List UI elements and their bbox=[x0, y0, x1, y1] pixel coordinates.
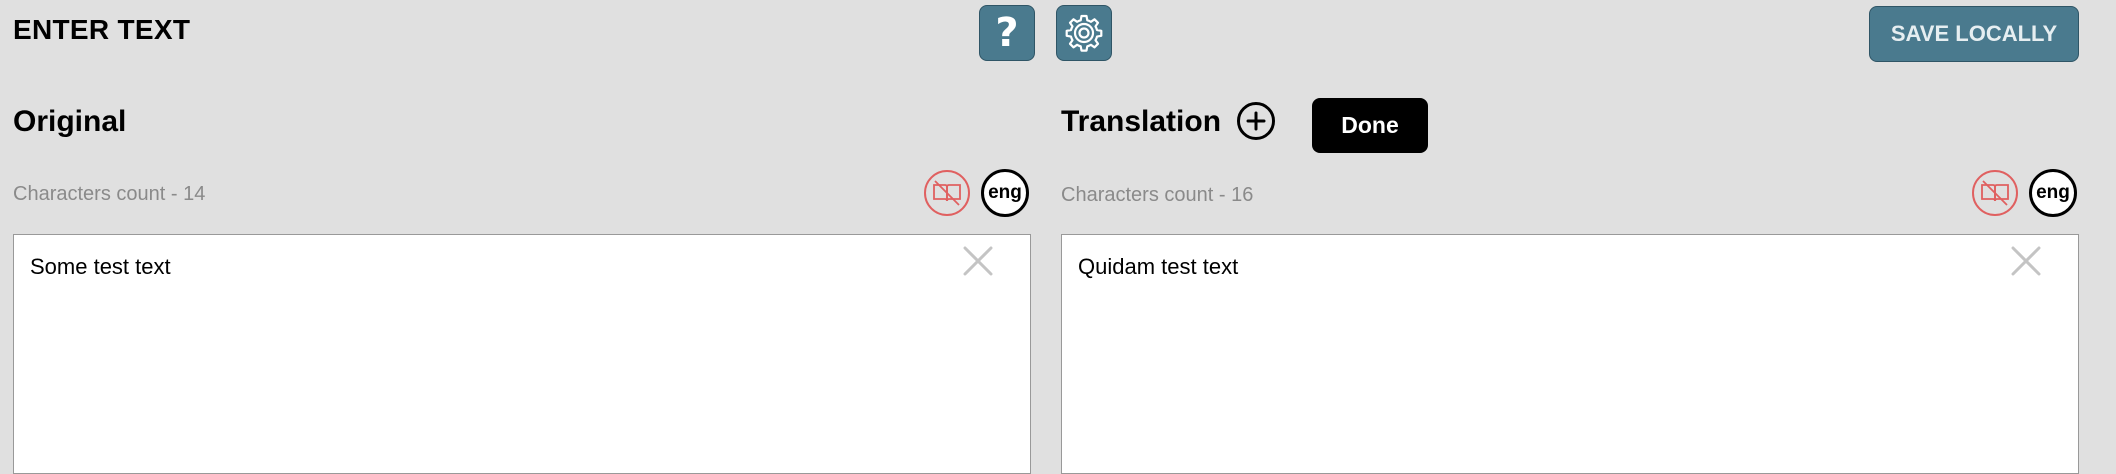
original-dictionary-toggle[interactable] bbox=[924, 170, 970, 216]
gear-icon bbox=[1065, 14, 1103, 52]
translation-dictionary-toggle[interactable] bbox=[1972, 170, 2018, 216]
plus-circle-icon bbox=[1246, 111, 1266, 131]
question-mark-icon: ? bbox=[995, 10, 1019, 56]
original-heading: Original bbox=[13, 105, 127, 138]
translation-language-button[interactable]: eng bbox=[2029, 169, 2077, 217]
done-button[interactable]: Done bbox=[1312, 98, 1428, 153]
translation-clear-button[interactable] bbox=[2008, 243, 2044, 279]
original-clear-button[interactable] bbox=[960, 243, 996, 279]
translation-char-count: Characters count - 16 bbox=[1061, 184, 1254, 206]
dictionary-disabled-icon bbox=[933, 180, 961, 206]
translation-text-input[interactable]: Quidam test text bbox=[1061, 234, 2079, 474]
close-icon bbox=[2011, 246, 2041, 276]
help-button[interactable]: ? bbox=[979, 5, 1035, 61]
add-translation-button[interactable] bbox=[1237, 102, 1275, 140]
original-language-button[interactable]: eng bbox=[981, 169, 1029, 217]
original-char-count: Characters count - 14 bbox=[13, 183, 206, 205]
save-locally-button[interactable]: SAVE LOCALLY bbox=[1869, 6, 2079, 62]
close-icon bbox=[963, 246, 993, 276]
settings-button[interactable] bbox=[1056, 5, 1112, 61]
translation-heading: Translation bbox=[1061, 105, 1222, 138]
dictionary-disabled-icon bbox=[1981, 180, 2009, 206]
page-title: ENTER TEXT bbox=[13, 14, 191, 45]
original-text-input[interactable]: Some test text bbox=[13, 234, 1031, 474]
